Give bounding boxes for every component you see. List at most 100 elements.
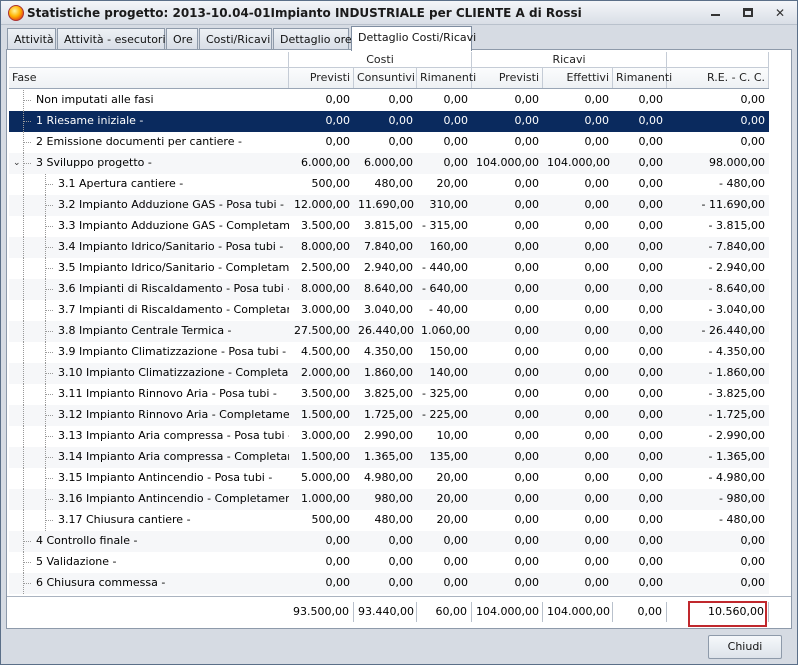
cell-re-cc: 0,00 xyxy=(740,576,766,589)
cell-re-cc: 0,00 xyxy=(740,534,766,547)
cell-ricavi-previsti: 104.000,00 xyxy=(476,156,539,169)
table-row[interactable]: 3.3 Impianto Adduzione GAS - Completamen… xyxy=(9,216,769,237)
cell-ricavi-rimanenti: 0,00 xyxy=(638,429,664,442)
tree-branch xyxy=(23,163,31,164)
table-row[interactable]: 3.5 Impianto Idrico/Sanitario - Completa… xyxy=(9,258,769,279)
cell-costi-consuntivi: 6.000,00 xyxy=(364,156,413,169)
maximize-icon xyxy=(743,8,753,17)
cell-ricavi-effettivi: 0,00 xyxy=(584,219,610,232)
tree-line xyxy=(23,405,24,426)
cell-ricavi-previsti: 0,00 xyxy=(514,324,540,337)
col-ricavi-effettivi[interactable]: Effettivi xyxy=(543,68,613,88)
table-row[interactable]: 6 Chiusura commessa - 0,00 0,00 0,00 0,00 0,0… xyxy=(9,573,769,594)
cell-ricavi-effettivi: 0,00 xyxy=(584,366,610,379)
phase-label: 3 Sviluppo progetto - xyxy=(36,156,152,169)
table-row[interactable]: 3.11 Impianto Rinnovo Aria - Posa tubi -… xyxy=(9,384,769,405)
chiudi-button[interactable]: Chiudi xyxy=(708,635,782,659)
cell-ricavi-previsti: 0,00 xyxy=(514,429,540,442)
cell-ricavi-rimanenti: 0,00 xyxy=(638,534,664,547)
cell-re-cc: - 11.690,00 xyxy=(701,198,765,211)
title-bar[interactable]: Statistiche progetto: 2013-10.04-01Impia… xyxy=(1,1,797,25)
cell-ricavi-rimanenti: 0,00 xyxy=(638,156,664,169)
cell-ricavi-effettivi: 0,00 xyxy=(584,387,610,400)
table-row[interactable]: 3.16 Impianto Antincendio - Completament… xyxy=(9,489,769,510)
cell-costi-rimanenti: 1.060,00 xyxy=(421,324,470,337)
phase-label: 3.8 Impianto Centrale Termica - xyxy=(58,324,232,337)
col-ricavi-rimanenti[interactable]: Rimanenti xyxy=(613,68,672,88)
table-row[interactable]: 3.13 Impianto Aria compressa - Posa tubi… xyxy=(9,426,769,447)
phase-label: 3.2 Impianto Adduzione GAS - Posa tubi - xyxy=(58,198,285,211)
band-ricavi: Ricavi xyxy=(472,52,667,68)
cell-ricavi-previsti: 0,00 xyxy=(514,513,540,526)
cell-ricavi-previsti: 0,00 xyxy=(514,261,540,274)
maximize-button[interactable] xyxy=(739,5,757,21)
phase-label: 3.5 Impianto Idrico/Sanitario - Completa… xyxy=(58,261,289,274)
table-row[interactable]: 3.8 Impianto Centrale Termica - 27.500,00… xyxy=(9,321,769,342)
table-row[interactable]: 4 Controllo finale - 0,00 0,00 0,00 0,00 0,00… xyxy=(9,531,769,552)
table-row[interactable]: 3.7 Impianti di Riscaldamento - Completa… xyxy=(9,300,769,321)
band-costi: Costi xyxy=(289,52,472,68)
window-title: Statistiche progetto: 2013-10.04-01Impia… xyxy=(27,6,582,20)
cell-costi-consuntivi: 480,00 xyxy=(374,513,414,526)
col-ricavi-previsti[interactable]: Previsti xyxy=(472,68,543,88)
phase-label: 3.12 Impianto Rinnovo Aria - Completamen… xyxy=(58,408,289,421)
table-row[interactable]: 5 Validazione - 0,00 0,00 0,00 0,00 0,00 0,00 0… xyxy=(9,552,769,573)
close-window-button[interactable]: ✕ xyxy=(771,5,789,21)
table-row[interactable]: 2 Emissione documenti per cantiere - 0,00… xyxy=(9,132,769,153)
cell-ricavi-previsti: 0,00 xyxy=(514,93,540,106)
header-bands: Costi Ricavi xyxy=(9,52,769,68)
table-row[interactable]: 3.12 Impianto Rinnovo Aria - Completamen… xyxy=(9,405,769,426)
cell-costi-previsti: 0,00 xyxy=(325,555,351,568)
col-costi-previsti[interactable]: Previsti xyxy=(289,68,354,88)
col-fase[interactable]: Fase xyxy=(9,68,289,88)
minimize-button[interactable] xyxy=(707,5,725,21)
phase-label: 3.11 Impianto Rinnovo Aria - Posa tubi - xyxy=(58,387,277,400)
app-icon xyxy=(8,5,24,21)
cell-re-cc: 0,00 xyxy=(740,93,766,106)
table-row[interactable]: 3.17 Chiusura cantiere - 500,00 480,00 20,0… xyxy=(9,510,769,531)
table-row[interactable]: 3.2 Impianto Adduzione GAS - Posa tubi -… xyxy=(9,195,769,216)
cell-costi-previsti: 4.500,00 xyxy=(301,345,350,358)
cell-ricavi-rimanenti: 0,00 xyxy=(638,408,664,421)
table-row[interactable]: 3.15 Impianto Antincendio - Posa tubi - 5… xyxy=(9,468,769,489)
col-costi-consuntivi[interactable]: Consuntivi xyxy=(354,68,417,88)
table-row[interactable]: ⌄ 3 Sviluppo progetto - 6.000,00 6.000,00 0,… xyxy=(9,153,769,174)
table-row[interactable]: 3.9 Impianto Climatizzazione - Posa tubi… xyxy=(9,342,769,363)
cell-ricavi-rimanenti: 0,00 xyxy=(638,555,664,568)
cell-costi-previsti: 3.000,00 xyxy=(301,429,350,442)
cell-ricavi-rimanenti: 0,00 xyxy=(638,471,664,484)
cell-ricavi-effettivi: 0,00 xyxy=(584,240,610,253)
cell-costi-previsti: 1.500,00 xyxy=(301,408,350,421)
table-row[interactable]: 3.1 Apertura cantiere - 500,00 480,00 20,00… xyxy=(9,174,769,195)
col-costi-rimanenti[interactable]: Rimanenti xyxy=(417,68,476,88)
tree-branch xyxy=(45,247,53,248)
tree-branch xyxy=(45,457,53,458)
tab-ore[interactable]: Ore xyxy=(166,28,198,50)
table-row[interactable]: 1 Riesame iniziale - 0,00 0,00 0,00 0,00 0,00… xyxy=(9,111,769,132)
tree-line xyxy=(23,489,24,510)
cell-costi-previsti: 27.500,00 xyxy=(294,324,350,337)
tree-line xyxy=(23,174,24,195)
tab-dettaglio-ore[interactable]: Dettaglio ore xyxy=(273,28,352,50)
table-row[interactable]: Non imputati alle fasi 0,00 0,00 0,00 0,00 0,… xyxy=(9,90,769,111)
table-row[interactable]: 3.6 Impianti di Riscaldamento - Posa tub… xyxy=(9,279,769,300)
cell-ricavi-previsti: 0,00 xyxy=(514,198,540,211)
cell-ricavi-effettivi: 0,00 xyxy=(584,471,610,484)
cell-ricavi-previsti: 0,00 xyxy=(514,135,540,148)
phase-label: 3.16 Impianto Antincendio - Completament… xyxy=(58,492,289,505)
cell-re-cc: - 3.040,00 xyxy=(708,303,765,316)
expand-chevron-icon[interactable]: ⌄ xyxy=(13,158,23,168)
table-row[interactable]: 3.14 Impianto Aria compressa - Completam… xyxy=(9,447,769,468)
tab-attivita[interactable]: Attività xyxy=(7,28,56,50)
col-re-cc[interactable]: R.E. - C. C. xyxy=(667,68,769,88)
cell-costi-consuntivi: 0,00 xyxy=(388,114,414,127)
tree-line xyxy=(23,258,24,279)
tree-line xyxy=(23,468,24,489)
total-ricavi-rimanenti: 0,00 xyxy=(613,602,667,622)
tab-attivita-esecutori[interactable]: Attività - esecutori xyxy=(57,28,166,50)
cell-re-cc: - 480,00 xyxy=(719,513,765,526)
table-row[interactable]: 3.4 Impianto Idrico/Sanitario - Posa tub… xyxy=(9,237,769,258)
tab-dettaglio-costi-ricavi[interactable]: Dettaglio Costi/Ricavi xyxy=(351,26,476,51)
table-row[interactable]: 3.10 Impianto Climatizzazione - Completa… xyxy=(9,363,769,384)
tab-costi-ricavi[interactable]: Costi/Ricavi xyxy=(199,28,272,50)
